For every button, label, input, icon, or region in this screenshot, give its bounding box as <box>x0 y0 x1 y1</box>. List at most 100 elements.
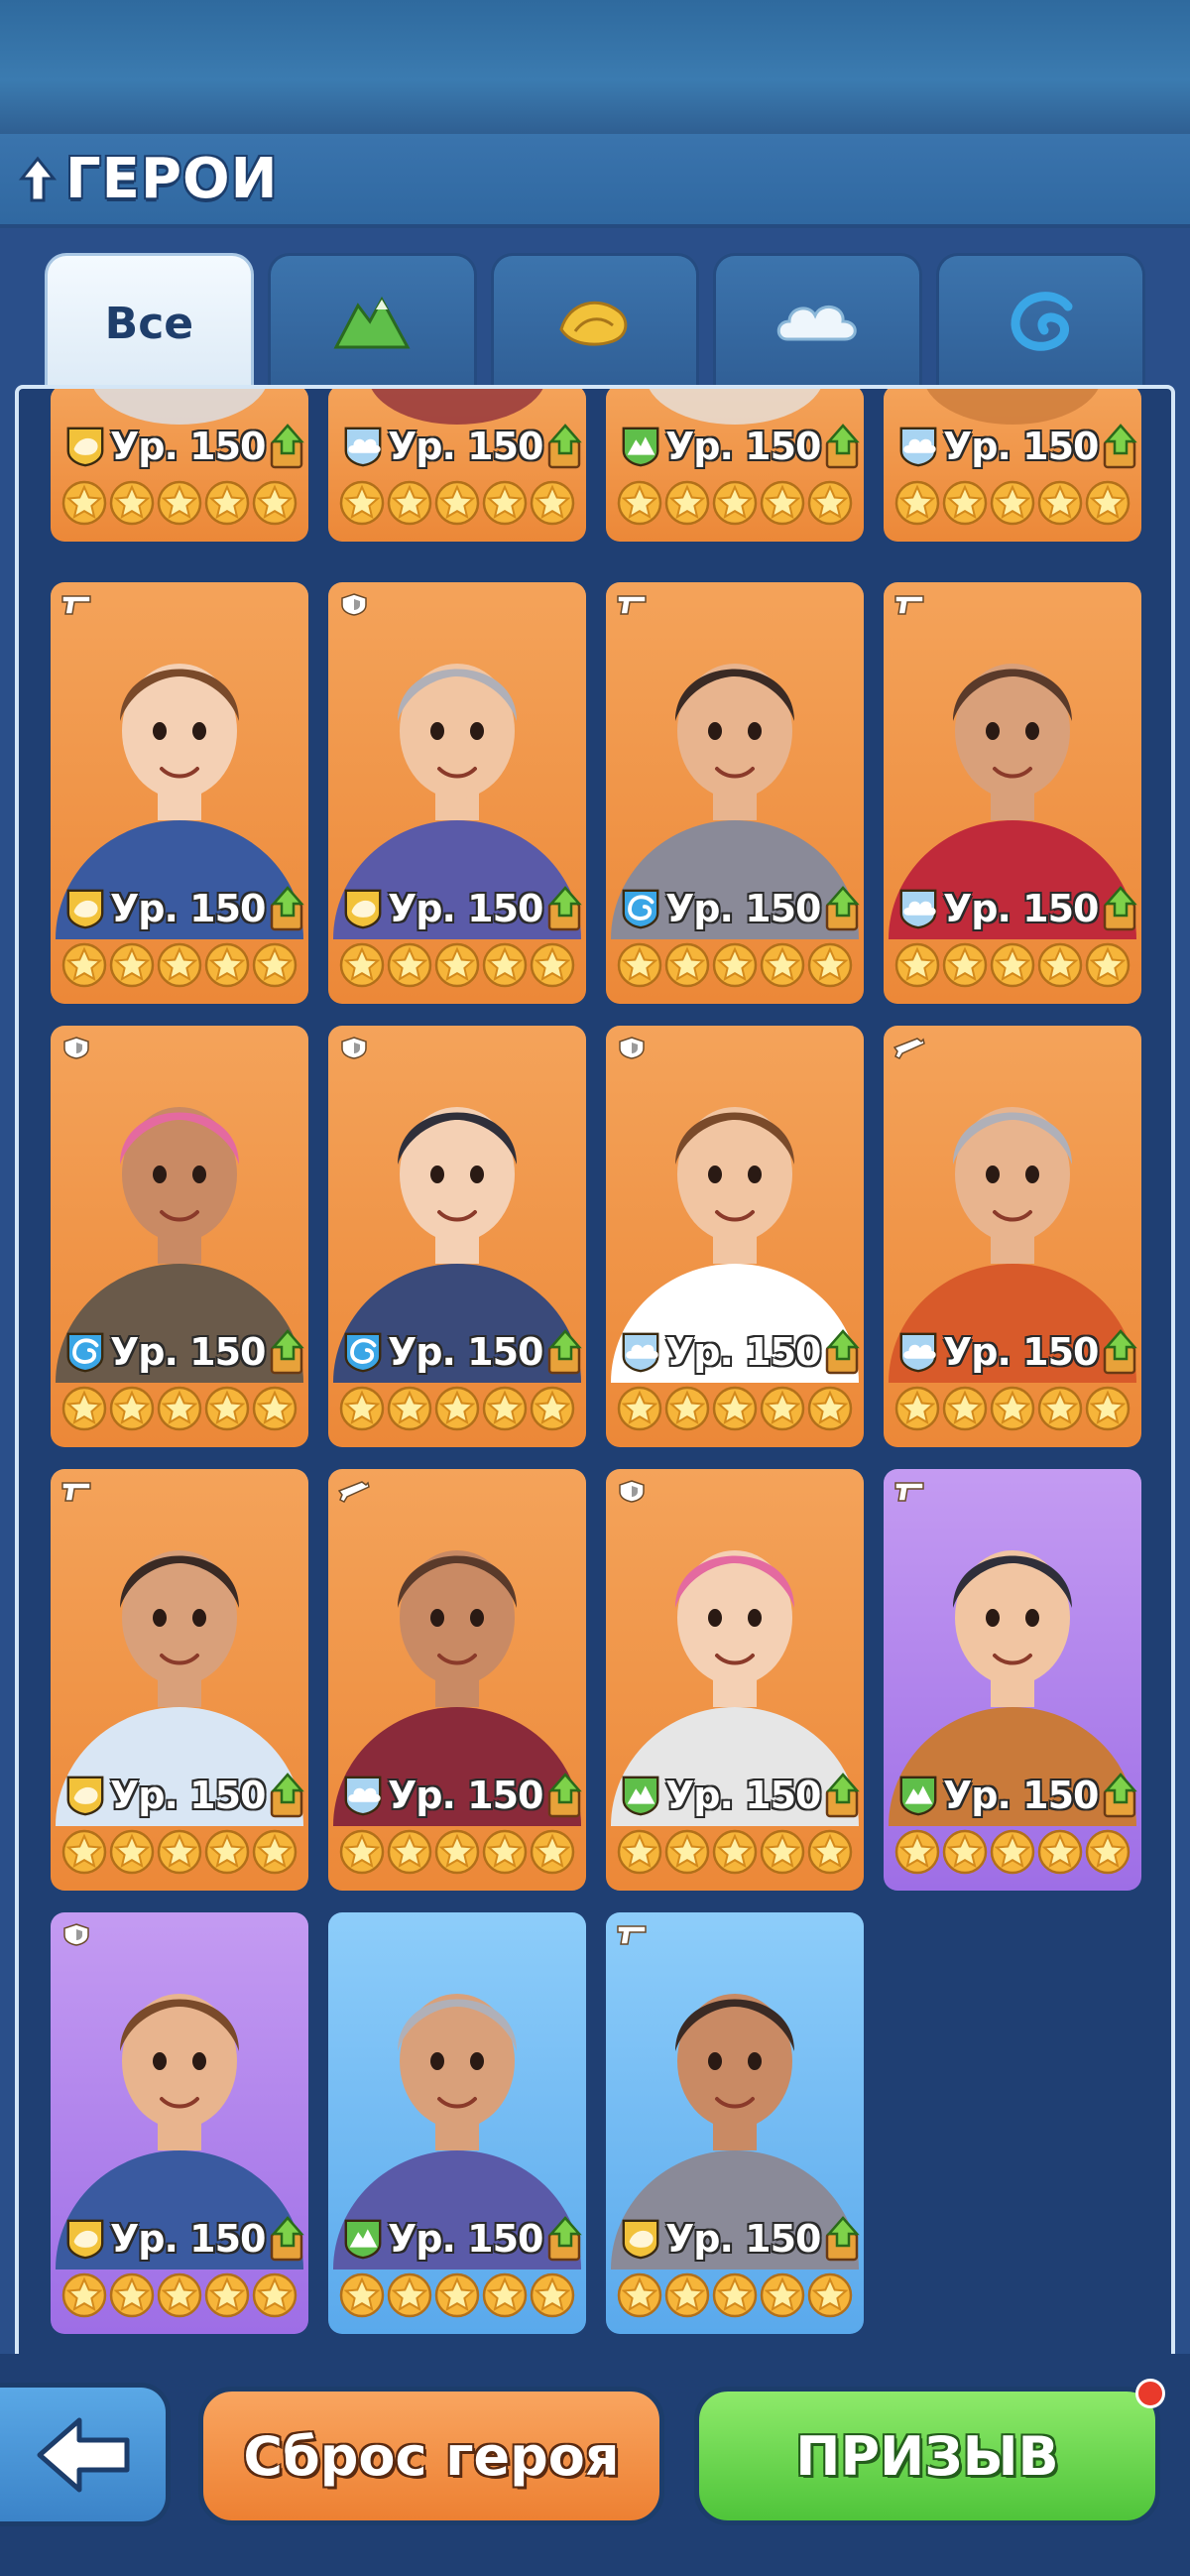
star-icon <box>942 1829 988 1875</box>
hero-level-text: Ур. 150 <box>388 425 543 468</box>
hero-level-row: Ур. 150 <box>620 1772 860 1819</box>
hero-card[interactable]: Ур. 150 <box>606 389 864 542</box>
hero-level-text: Ур. 150 <box>943 425 1099 468</box>
star-icon <box>109 1829 155 1875</box>
hero-card[interactable]: Ур. 150 <box>606 1469 864 1891</box>
star-icon <box>61 480 107 526</box>
mountain-faction-icon <box>344 2219 382 2260</box>
upgrade-available-icon[interactable] <box>545 1773 585 1818</box>
upgrade-available-icon[interactable] <box>823 886 863 931</box>
star-icon <box>894 480 940 526</box>
upgrade-available-icon[interactable] <box>1101 1329 1140 1375</box>
hero-card[interactable]: Ур. 150 <box>328 582 586 1004</box>
star-icon <box>387 480 432 526</box>
tab-mountain[interactable] <box>267 253 477 387</box>
hero-card[interactable]: Ур. 150 <box>884 389 1141 542</box>
upgrade-available-icon[interactable] <box>823 2216 863 2262</box>
upgrade-available-icon[interactable] <box>823 1773 863 1818</box>
upgrade-available-icon[interactable] <box>1101 1773 1140 1818</box>
upgrade-available-icon[interactable] <box>1101 424 1140 469</box>
tab-all[interactable]: Все <box>45 253 254 392</box>
star-icon <box>1085 942 1130 988</box>
upgrade-available-icon[interactable] <box>823 424 863 469</box>
star-icon <box>617 1829 662 1875</box>
upgrade-available-icon[interactable] <box>268 886 307 931</box>
hero-level-text: Ур. 150 <box>665 1774 821 1817</box>
hero-stars <box>616 2271 854 2319</box>
back-arrow-icon <box>37 2417 129 2492</box>
hero-card[interactable]: Ур. 150 <box>606 1912 864 2334</box>
hero-card[interactable]: Ур. 150 <box>606 582 864 1004</box>
tab-cloud[interactable] <box>713 253 923 387</box>
hero-grid-panel[interactable]: Ур. 150 Ур. 150 Ур. 150 Ур. 150 Ур. 150 Ур. 1… <box>15 385 1175 2354</box>
hero-card[interactable]: Ур. 150 <box>51 1026 308 1447</box>
upgrade-available-icon[interactable] <box>268 424 307 469</box>
star-icon <box>434 1829 480 1875</box>
star-icon <box>252 480 298 526</box>
hero-level-row: Ур. 150 <box>64 885 304 932</box>
hero-card[interactable]: Ур. 150 <box>51 1469 308 1891</box>
mountain-faction-icon <box>899 1776 937 1816</box>
hero-level-row: Ур. 150 <box>897 1328 1137 1376</box>
desert-faction-icon <box>66 889 104 929</box>
star-icon <box>109 480 155 526</box>
star-icon <box>760 942 805 988</box>
upgrade-available-icon[interactable] <box>268 1329 307 1375</box>
cloud-faction-icon <box>899 889 937 929</box>
star-icon <box>252 942 298 988</box>
hero-card[interactable]: Ур. 150 <box>884 1026 1141 1447</box>
star-icon <box>617 2272 662 2318</box>
page-title: ГЕРОИ <box>65 147 279 211</box>
upgrade-available-icon[interactable] <box>545 1329 585 1375</box>
tab-all-label: Все <box>104 299 194 349</box>
upgrade-available-icon[interactable] <box>823 1329 863 1375</box>
pistol-icon <box>617 595 647 615</box>
star-icon <box>339 1829 385 1875</box>
upgrade-available-icon[interactable] <box>545 886 585 931</box>
star-icon <box>990 480 1035 526</box>
hero-level-row: Ур. 150 <box>620 1328 860 1376</box>
hero-card[interactable]: Ур. 150 <box>606 1026 864 1447</box>
hero-level-row: Ур. 150 <box>342 423 582 470</box>
star-icon <box>434 2272 480 2318</box>
upgrade-available-icon[interactable] <box>1101 886 1140 931</box>
desert-faction-icon <box>344 889 382 929</box>
hero-card[interactable]: Ур. 150 <box>51 582 308 1004</box>
upgrade-available-icon[interactable] <box>268 1773 307 1818</box>
pistol-icon <box>61 595 91 615</box>
star-icon <box>1037 1386 1083 1431</box>
upgrade-available-icon[interactable] <box>545 424 585 469</box>
star-icon <box>109 1386 155 1431</box>
notification-badge <box>1135 2379 1165 2408</box>
summon-button[interactable]: ПРИЗЫВ <box>694 2387 1160 2525</box>
hero-card[interactable]: Ур. 150 <box>884 1469 1141 1891</box>
hero-card[interactable]: Ур. 150 <box>328 389 586 542</box>
hero-stars <box>338 2271 576 2319</box>
star-icon <box>990 942 1035 988</box>
star-icon <box>617 942 662 988</box>
star-icon <box>942 942 988 988</box>
star-icon <box>530 1829 575 1875</box>
hero-stars <box>616 1828 854 1876</box>
upgrade-available-icon[interactable] <box>545 2216 585 2262</box>
star-icon <box>387 1829 432 1875</box>
tab-desert[interactable] <box>490 253 700 387</box>
hero-card[interactable]: Ур. 150 <box>51 389 308 542</box>
reset-hero-button[interactable]: Сброс героя <box>198 2387 664 2525</box>
star-icon <box>252 1386 298 1431</box>
hero-level-row: Ур. 150 <box>342 1328 582 1376</box>
hero-stars <box>616 941 854 989</box>
back-button[interactable] <box>0 2383 171 2526</box>
hero-card[interactable]: Ур. 150 <box>328 1026 586 1447</box>
star-icon <box>482 2272 528 2318</box>
star-icon <box>712 480 758 526</box>
hero-card[interactable]: Ур. 150 <box>328 1912 586 2334</box>
hero-level-text: Ур. 150 <box>665 887 821 930</box>
tab-ocean[interactable] <box>936 253 1145 387</box>
hero-card[interactable]: Ур. 150 <box>328 1469 586 1891</box>
hero-card[interactable]: Ур. 150 <box>51 1912 308 2334</box>
upgrade-available-icon[interactable] <box>268 2216 307 2262</box>
hero-card[interactable]: Ур. 150 <box>884 582 1141 1004</box>
hero-stars <box>893 1385 1131 1432</box>
star-icon <box>760 480 805 526</box>
